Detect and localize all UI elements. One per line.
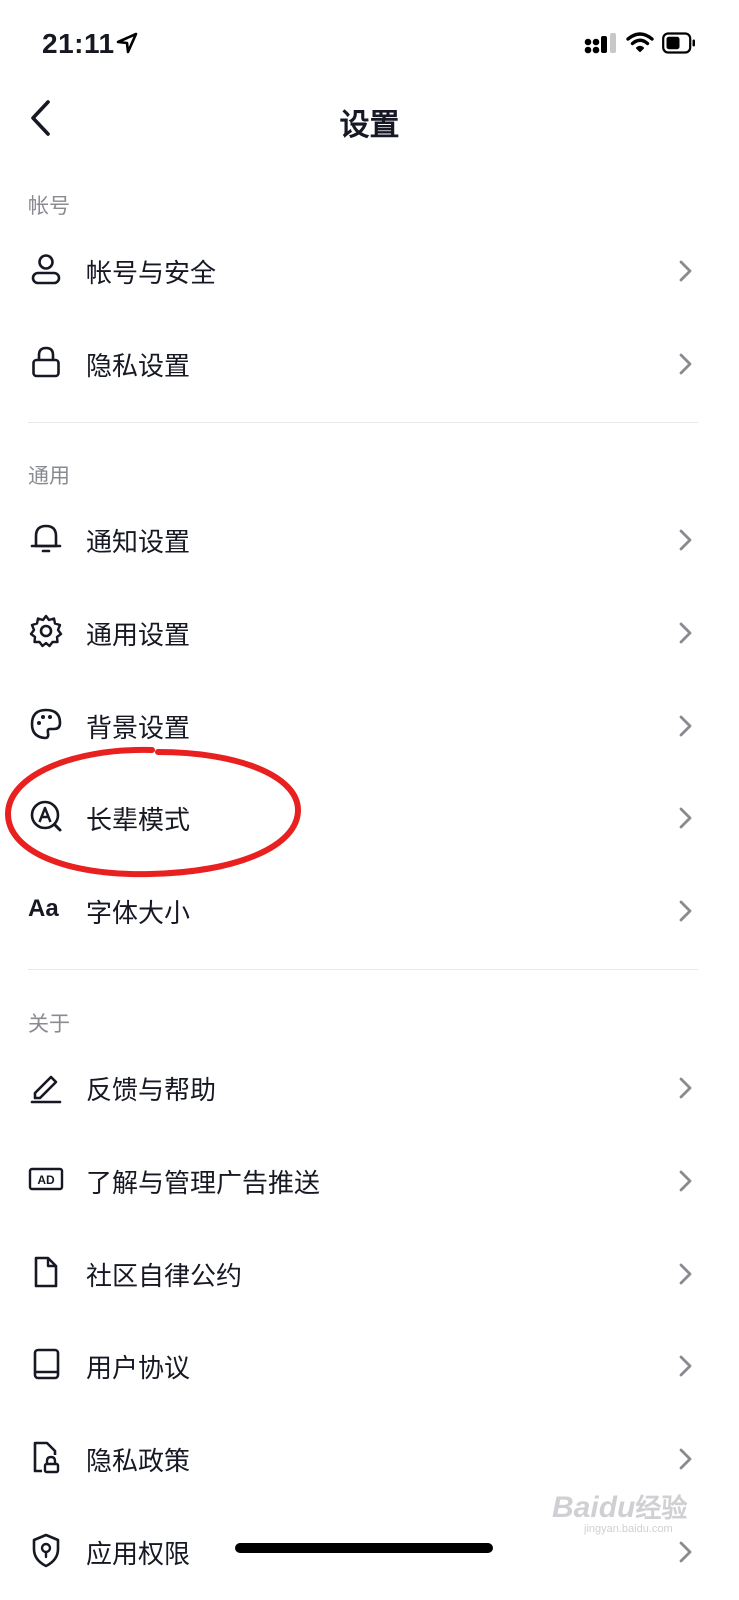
row-label: 字体大小 — [86, 898, 191, 928]
chevron-right-icon — [679, 807, 692, 829]
wifi-icon — [626, 32, 654, 52]
battery-icon — [662, 32, 695, 54]
section-header-account: 帐号 — [28, 195, 70, 218]
chevron-right-icon — [679, 1448, 692, 1470]
chevron-right-icon — [679, 900, 692, 922]
watermark-main: Bai — [552, 1491, 599, 1524]
row-label: 通知设置 — [86, 527, 191, 557]
row-feedback-help[interactable]: 反馈与帮助 — [0, 1042, 739, 1134]
chevron-right-icon — [679, 1170, 692, 1192]
gear-icon — [29, 614, 63, 648]
document-icon — [34, 1256, 58, 1288]
row-general-settings[interactable]: 通用设置 — [0, 587, 739, 679]
row-font-size[interactable]: Aa 字体大小 — [0, 865, 739, 957]
bell-icon — [30, 524, 62, 553]
watermark-cn: 经验 — [635, 1493, 688, 1523]
section-divider — [28, 422, 698, 423]
row-community-guidelines[interactable]: 社区自律公约 — [0, 1228, 739, 1320]
chevron-right-icon — [679, 529, 692, 551]
row-label: 长辈模式 — [86, 805, 191, 835]
row-label: 社区自律公约 — [86, 1261, 243, 1291]
section-header-general: 通用 — [28, 465, 70, 488]
chevron-right-icon — [679, 260, 692, 282]
font-size-icon: Aa — [28, 895, 59, 922]
row-elder-mode[interactable]: 长辈模式 — [0, 772, 739, 864]
row-label: 反馈与帮助 — [86, 1075, 217, 1105]
section-header-about: 关于 — [28, 1013, 70, 1036]
row-label: 通用设置 — [86, 620, 191, 650]
cellular-signal-icon — [584, 33, 616, 54]
lock-icon — [32, 346, 60, 378]
location-arrow-icon — [116, 32, 138, 54]
row-ad-management[interactable]: AD 了解与管理广告推送 — [0, 1135, 739, 1227]
person-icon — [31, 254, 61, 285]
status-time: 21:11 — [42, 28, 115, 59]
row-label: 用户协议 — [86, 1353, 191, 1383]
chevron-right-icon — [679, 1541, 692, 1563]
document-lock-icon — [33, 1441, 60, 1474]
row-label: 了解与管理广告推送 — [86, 1168, 321, 1198]
elder-mode-search-icon — [30, 800, 62, 832]
palette-icon — [30, 708, 62, 740]
row-privacy-settings[interactable]: 隐私设置 — [0, 318, 739, 410]
chevron-right-icon — [679, 622, 692, 644]
ad-icon: AD — [28, 1167, 64, 1191]
row-label: 应用权限 — [86, 1539, 191, 1569]
row-user-agreement[interactable]: 用户协议 — [0, 1320, 739, 1412]
nav-bar: 设置 — [0, 90, 739, 146]
section-divider — [28, 969, 698, 970]
chevron-right-icon — [679, 715, 692, 737]
pencil-icon — [30, 1075, 62, 1104]
page-title: 设置 — [339, 109, 400, 142]
watermark-url: jingyan.baidu.com — [584, 1523, 673, 1535]
svg-text:AD: AD — [37, 1173, 55, 1187]
row-label: 隐私设置 — [86, 351, 191, 381]
row-label: 隐私政策 — [86, 1446, 191, 1476]
row-account-security[interactable]: 帐号与安全 — [0, 225, 739, 317]
chevron-right-icon — [679, 1355, 692, 1377]
chevron-right-icon — [679, 1077, 692, 1099]
chevron-right-icon — [679, 353, 692, 375]
home-indicator — [235, 1543, 493, 1553]
row-notification-settings[interactable]: 通知设置 — [0, 494, 739, 586]
watermark-mark: du — [598, 1491, 636, 1524]
row-background-settings[interactable]: 背景设置 — [0, 680, 739, 772]
shield-icon — [32, 1533, 60, 1568]
row-label: 帐号与安全 — [86, 258, 217, 288]
book-icon — [33, 1348, 60, 1380]
status-bar: 21:11 — [0, 0, 739, 90]
baidu-watermark: Baidu经验 jingyan.baidu.com — [552, 1488, 687, 1535]
chevron-right-icon — [679, 1263, 692, 1285]
row-label: 背景设置 — [86, 713, 191, 743]
